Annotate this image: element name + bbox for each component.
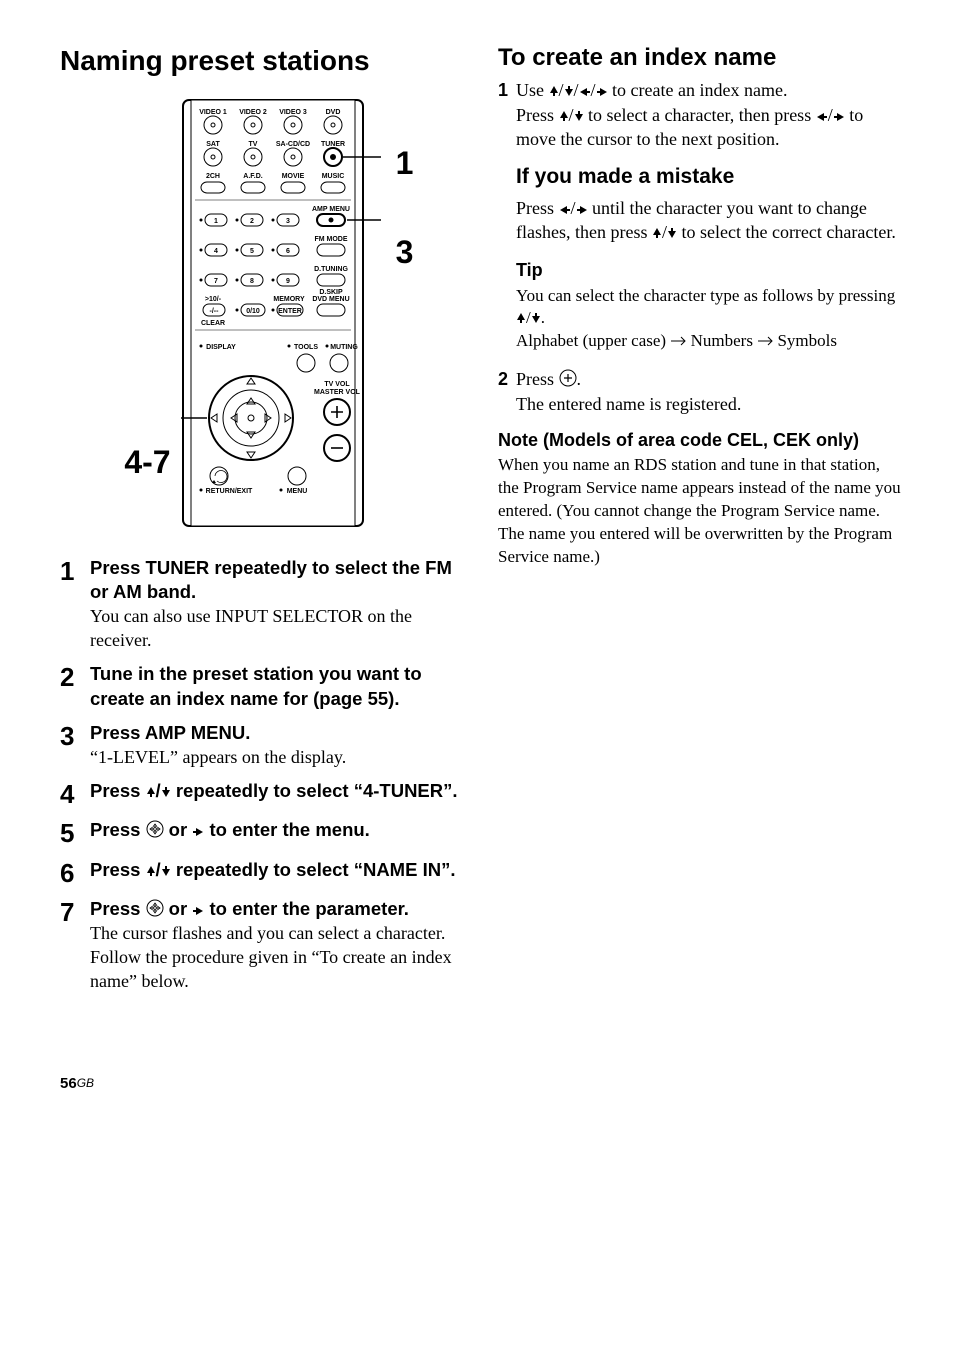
arrow-right-icon bbox=[833, 112, 845, 122]
svg-text:DVD MENU: DVD MENU bbox=[312, 296, 349, 303]
thin-arrow-right-icon bbox=[670, 335, 686, 347]
arrow-left-icon bbox=[816, 112, 828, 122]
svg-text:9: 9 bbox=[286, 278, 290, 285]
svg-text:-/--: -/-- bbox=[209, 308, 219, 315]
svg-text:DVD: DVD bbox=[325, 109, 340, 116]
step-4: 4 Press / repeatedly to select “4-TUNER”… bbox=[60, 779, 470, 808]
arrow-down-icon bbox=[161, 786, 171, 798]
arrow-right-icon bbox=[576, 205, 588, 215]
svg-text:ENTER: ENTER bbox=[278, 308, 302, 315]
tip-title: Tip bbox=[516, 258, 902, 282]
svg-text:CLEAR: CLEAR bbox=[201, 320, 225, 327]
remote-diagram: 4-7 VIDEO 1 VIDEO 2 VIDEO 3 DVD SAT TV bbox=[60, 98, 470, 528]
arrow-right-icon bbox=[192, 827, 204, 837]
svg-text:>10/-: >10/- bbox=[205, 296, 222, 303]
svg-text:4: 4 bbox=[214, 248, 218, 255]
svg-text:MASTER VOL: MASTER VOL bbox=[314, 389, 361, 396]
thin-arrow-right-icon bbox=[757, 335, 773, 347]
svg-text:3: 3 bbox=[286, 218, 290, 225]
step-3: 3 Press AMP MENU. “1-LEVEL” appears on t… bbox=[60, 721, 470, 769]
arrow-down-icon bbox=[531, 312, 541, 324]
step-1: 1 Press TUNER repeatedly to select the F… bbox=[60, 556, 470, 653]
svg-text:0/10: 0/10 bbox=[246, 308, 260, 315]
right-step-1: 1 Use /// to create an index name. Press… bbox=[498, 78, 902, 151]
svg-text:1: 1 bbox=[214, 218, 218, 225]
page-number: 56GB bbox=[60, 1074, 902, 1094]
arrow-down-icon bbox=[574, 110, 584, 122]
svg-text:A.F.D.: A.F.D. bbox=[243, 173, 263, 180]
arrow-up-icon bbox=[516, 312, 526, 324]
svg-text:MUSIC: MUSIC bbox=[321, 173, 344, 180]
arrow-up-icon bbox=[146, 786, 156, 798]
svg-text:8: 8 bbox=[250, 278, 254, 285]
arrow-down-icon bbox=[564, 85, 574, 97]
tip-body: You can select the character type as fol… bbox=[516, 285, 902, 354]
svg-text:TV VOL: TV VOL bbox=[324, 381, 350, 388]
svg-text:TOOLS: TOOLS bbox=[294, 344, 318, 351]
callout-1: 1 bbox=[396, 142, 414, 185]
step-6: 6 Press / repeatedly to select “NAME IN”… bbox=[60, 858, 470, 887]
arrow-down-icon bbox=[161, 865, 171, 877]
note-title: Note (Models of area code CEL, CEK only) bbox=[498, 428, 902, 452]
right-step-2: 2 Press . The entered name is registered… bbox=[498, 367, 902, 416]
arrow-left-icon bbox=[559, 205, 571, 215]
mistake-title: If you made a mistake bbox=[516, 163, 902, 191]
svg-text:MUTING: MUTING bbox=[330, 344, 358, 351]
enter-icon bbox=[146, 899, 164, 917]
svg-text:SA-CD/CD: SA-CD/CD bbox=[275, 141, 309, 148]
remote-svg: VIDEO 1 VIDEO 2 VIDEO 3 DVD SAT TV SA-CD… bbox=[181, 98, 386, 528]
svg-text:DISPLAY: DISPLAY bbox=[206, 344, 236, 351]
step-2: 2 Tune in the preset station you want to… bbox=[60, 662, 470, 710]
enter-icon bbox=[146, 820, 164, 838]
create-index-title: To create an index name bbox=[498, 42, 902, 74]
plus-circle-icon bbox=[559, 369, 577, 387]
arrow-left-icon bbox=[579, 87, 591, 97]
arrow-right-icon bbox=[596, 87, 608, 97]
callout-4-7: 4-7 bbox=[117, 441, 171, 484]
mistake-body: Press / until the character you want to … bbox=[516, 196, 902, 245]
svg-text:MENU: MENU bbox=[286, 488, 307, 495]
svg-text:6: 6 bbox=[286, 248, 290, 255]
page-title: Naming preset stations bbox=[60, 42, 470, 80]
arrow-up-icon bbox=[559, 110, 569, 122]
svg-text:TV: TV bbox=[248, 141, 257, 148]
arrow-down-icon bbox=[667, 227, 677, 239]
svg-text:MEMORY: MEMORY bbox=[273, 296, 305, 303]
svg-text:VIDEO 1: VIDEO 1 bbox=[199, 109, 227, 116]
step-5: 5 Press or to enter the menu. bbox=[60, 818, 470, 847]
svg-text:AMP MENU: AMP MENU bbox=[312, 206, 350, 213]
step-7: 7 Press or to enter the parameter. The c… bbox=[60, 897, 470, 994]
svg-text:MOVIE: MOVIE bbox=[281, 173, 304, 180]
svg-text:7: 7 bbox=[214, 278, 218, 285]
svg-text:VIDEO 2: VIDEO 2 bbox=[239, 109, 267, 116]
note-body: When you name an RDS station and tune in… bbox=[498, 454, 902, 569]
svg-text:5: 5 bbox=[250, 248, 254, 255]
svg-text:SAT: SAT bbox=[206, 141, 220, 148]
svg-text:RETURN/EXIT: RETURN/EXIT bbox=[205, 488, 252, 495]
svg-text:TUNER: TUNER bbox=[321, 141, 345, 148]
svg-text:D.SKIP: D.SKIP bbox=[319, 289, 343, 296]
svg-text:D.TUNING: D.TUNING bbox=[314, 266, 348, 273]
arrow-up-icon bbox=[146, 865, 156, 877]
arrow-up-icon bbox=[549, 85, 559, 97]
svg-text:VIDEO 3: VIDEO 3 bbox=[279, 109, 307, 116]
svg-text:FM MODE: FM MODE bbox=[314, 236, 347, 243]
callout-3: 3 bbox=[396, 231, 414, 274]
svg-text:2: 2 bbox=[250, 218, 254, 225]
svg-text:2CH: 2CH bbox=[206, 173, 220, 180]
arrow-right-icon bbox=[192, 906, 204, 916]
arrow-up-icon bbox=[652, 227, 662, 239]
